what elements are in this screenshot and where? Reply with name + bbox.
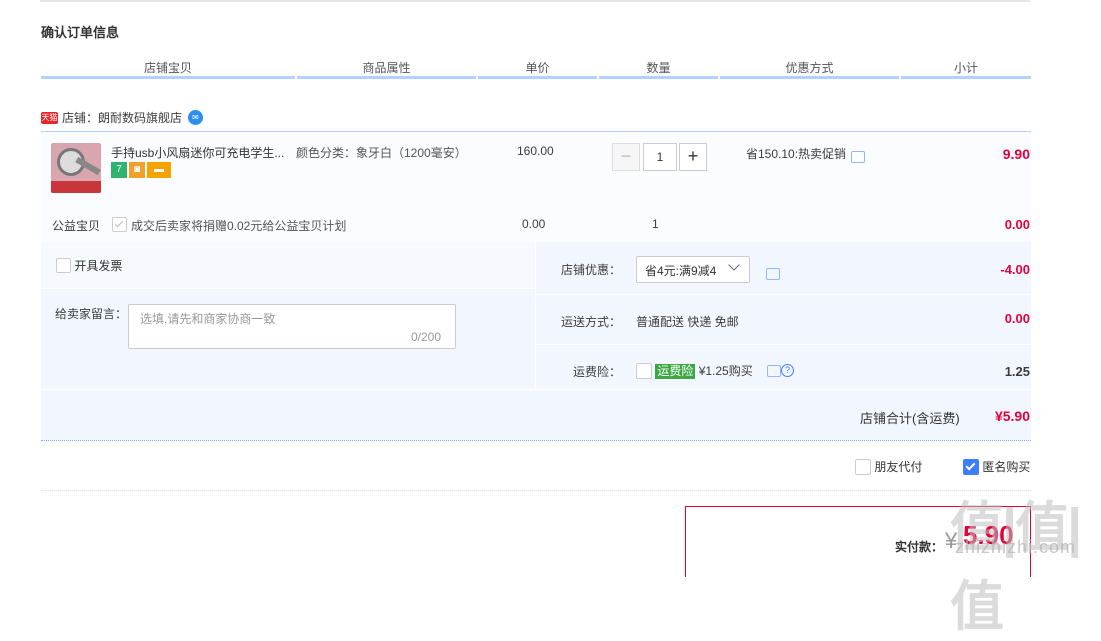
pay-label: 实付款： <box>895 540 944 554</box>
insurance-label: 运费险： <box>573 365 622 379</box>
unit-price: 160.00 <box>517 144 554 158</box>
table-header: 店铺宝贝 商品属性 单价 数量 优惠方式 小计 <box>41 58 1031 79</box>
credit-card-icon[interactable]: ▬ <box>147 162 171 178</box>
anonymous-option[interactable]: 匿名购买 <box>963 458 1030 476</box>
friend-pay-option[interactable]: 朋友代付 <box>855 458 922 476</box>
shop-name-link[interactable]: 店铺：朗耐数码旗舰店 <box>62 111 182 125</box>
options-divider <box>535 242 536 389</box>
shipping-amount: 0.00 <box>1004 311 1030 326</box>
charity-subtotal: 0.00 <box>1004 217 1030 232</box>
shop-discount-amount: -4.00 <box>1000 262 1030 277</box>
discount-message-icon[interactable] <box>766 264 780 280</box>
thumbnail-strip <box>51 181 101 193</box>
right-divider-1 <box>536 294 1031 295</box>
sku-attribute: 颜色分类：象牙白（1200毫安） <box>296 146 467 160</box>
increase-button[interactable]: + <box>679 143 707 171</box>
invoice-option[interactable]: 开具发票 <box>56 257 122 274</box>
insurance-option[interactable]: 运费险 ¥1.25购买 <box>636 362 753 380</box>
message-placeholder: 选填,请先和商家协商一致 <box>140 312 276 326</box>
shipping-value: 普通配送 快递 免邮 <box>636 315 739 329</box>
message-icon[interactable] <box>767 364 781 377</box>
message-char-count: 0/200 <box>411 330 442 344</box>
col-discount: 优惠方式 <box>720 58 899 79</box>
col-unit-price: 单价 <box>478 58 597 79</box>
friend-pay-checkbox[interactable] <box>855 458 871 475</box>
quantity-input[interactable]: 1 <box>643 143 677 171</box>
shop-total-label: 店铺合计(含运费) <box>860 411 960 426</box>
top-divider <box>40 0 1030 2</box>
charity-label: 公益宝贝 <box>52 219 101 233</box>
promo-text: 省150.10:热卖促销 <box>746 145 866 163</box>
col-subtotal: 小计 <box>901 58 1031 79</box>
message-label: 给卖家留言： <box>55 307 128 321</box>
insurance-text: ¥1.25购买 <box>698 364 753 378</box>
message-icon[interactable] <box>766 267 780 280</box>
charity-qty: 1 <box>652 217 659 231</box>
service-badges: 7 ◙ ▬ <box>111 162 173 178</box>
bottom-divider <box>41 389 1031 390</box>
guarantee-icon[interactable]: ◙ <box>129 162 145 178</box>
left-divider <box>41 288 535 289</box>
decrease-button[interactable]: − <box>612 143 640 171</box>
charity-price: 0.00 <box>522 217 546 231</box>
invoice-checkbox[interactable] <box>56 258 71 274</box>
product-thumbnail[interactable] <box>51 143 101 193</box>
anonymous-checkbox[interactable] <box>963 458 979 475</box>
tmall-badge: 天猫 <box>41 111 58 124</box>
right-divider-2 <box>536 344 1031 345</box>
shop-discount-value: 省4元:满9减4 <box>645 264 717 278</box>
message-icon[interactable] <box>851 150 866 163</box>
watermark-url: zhizhizhi.com <box>955 537 1077 557</box>
shipping-label: 运送方式： <box>561 315 622 329</box>
shop-line: 天猫 店铺：朗耐数码旗舰店 ✉ <box>41 109 204 126</box>
anonymous-label: 匿名购买 <box>982 460 1031 474</box>
friend-pay-label: 朋友代付 <box>874 460 923 474</box>
product-name-link[interactable]: 手持usb小风扇迷你可充电学生... <box>111 144 291 161</box>
seven-day-return-icon[interactable]: 7 <box>111 162 127 178</box>
insurance-tag: 运费险 <box>655 364 696 379</box>
col-attributes: 商品属性 <box>297 58 476 79</box>
chat-icon[interactable]: ✉ <box>188 110 204 125</box>
question-icon[interactable]: ? <box>781 364 794 378</box>
charity-text: 成交后卖家将捐赠0.02元给公益宝贝计划 <box>131 219 347 233</box>
invoice-label: 开具发票 <box>74 259 123 273</box>
insurance-checkbox[interactable] <box>636 362 652 379</box>
page-title: 确认订单信息 <box>41 25 120 40</box>
col-quantity: 数量 <box>599 58 718 79</box>
promo-label: 省150.10:热卖促销 <box>746 147 847 161</box>
shop-discount-label: 店铺优惠： <box>561 263 622 277</box>
watermark-logo: 值|值|值 <box>950 498 1082 637</box>
insurance-amount: 1.25 <box>1004 364 1030 379</box>
checkbox-disabled-icon <box>112 217 127 233</box>
col-shop-item: 店铺宝贝 <box>41 58 295 79</box>
item-subtotal: 9.90 <box>1002 146 1030 162</box>
insurance-help[interactable]: ? <box>767 363 794 378</box>
shop-total-value: ¥5.90 <box>994 408 1030 424</box>
charity-checkbox <box>112 217 127 233</box>
bottom-separator <box>41 490 1031 492</box>
